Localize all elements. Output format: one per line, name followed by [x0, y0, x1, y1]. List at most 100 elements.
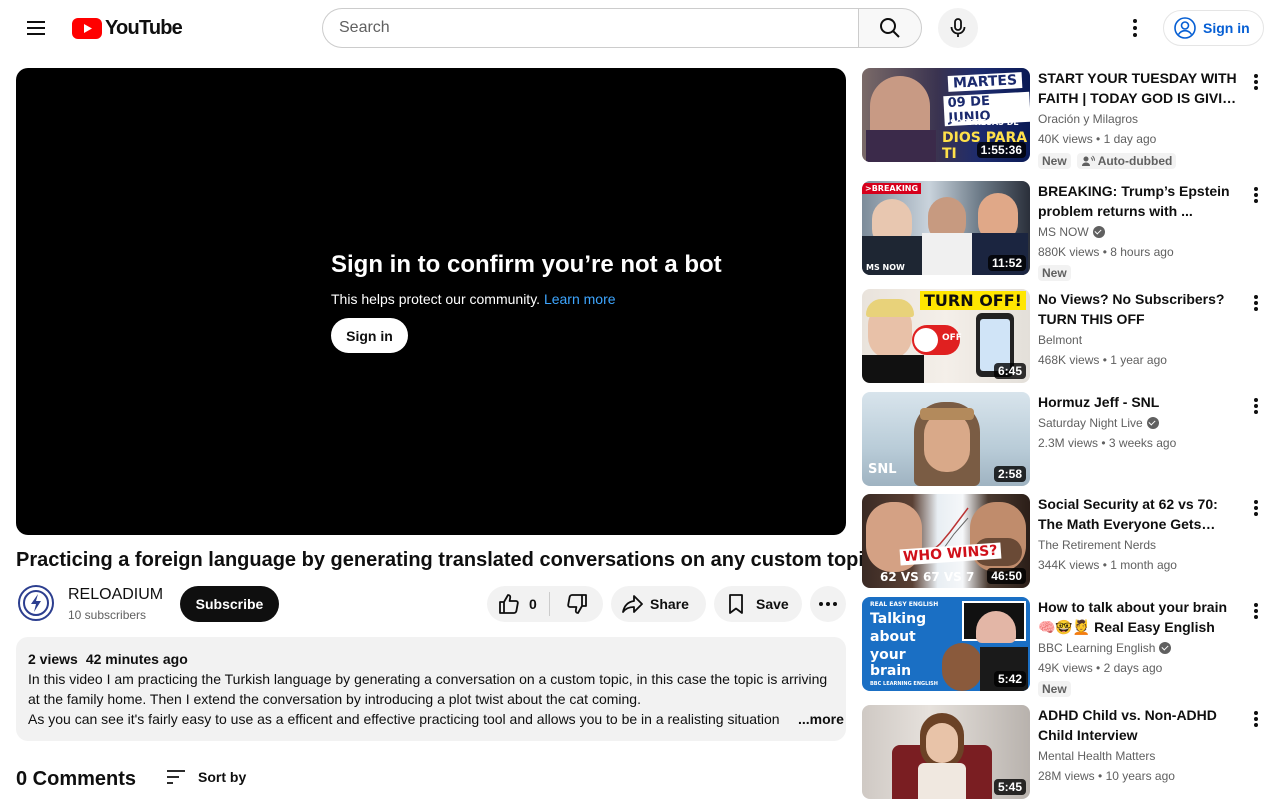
- recommended-video[interactable]: WHO WINS? 62 VS 67 VS 7 46:50 Social Sec…: [862, 494, 1272, 590]
- view-count: 2 views: [28, 651, 78, 667]
- player-sign-in-button[interactable]: Sign in: [331, 318, 408, 353]
- search-button[interactable]: [858, 8, 922, 48]
- video-title[interactable]: Social Security at 62 vs 70: The Math Ev…: [1038, 494, 1246, 534]
- youtube-logo[interactable]: YouTube: [72, 17, 183, 39]
- video-thumbnail[interactable]: REAL EASY ENGLISH Talking about your bra…: [862, 597, 1030, 691]
- like-count: 0: [529, 596, 537, 612]
- channel-name[interactable]: Oración y Milagros: [1038, 112, 1138, 126]
- upload-age: 2 days ago: [1103, 661, 1163, 675]
- thumbnail-text: REAL EASY ENGLISH: [870, 601, 939, 608]
- video-player[interactable]: Sign in to confirm you’re not a bot This…: [16, 68, 846, 535]
- recommended-video[interactable]: SNL 2:58 Hormuz Jeff - SNL Saturday Nigh…: [862, 392, 1272, 488]
- recommended-video[interactable]: REAL EASY ENGLISH Talking about your bra…: [862, 597, 1272, 697]
- thumbs-up-icon: [499, 594, 519, 614]
- sign-in-button[interactable]: Sign in: [1163, 10, 1264, 46]
- video-thumbnail[interactable]: 5:45: [862, 705, 1030, 799]
- video-title[interactable]: START YOUR TUESDAY WITH FAITH | TODAY GO…: [1038, 68, 1246, 108]
- recommended-video[interactable]: >BREAKING MS NOW 11:52 BREAKING: Trump’s…: [862, 181, 1272, 281]
- share-button[interactable]: Share: [611, 586, 706, 622]
- settings-menu-button[interactable]: [1115, 8, 1155, 48]
- video-thumbnail[interactable]: WHO WINS? 62 VS 67 VS 7 46:50: [862, 494, 1030, 588]
- video-title[interactable]: How to talk about your brain 🧠🤓💆 Real Ea…: [1038, 597, 1246, 637]
- video-duration: 46:50: [987, 568, 1026, 584]
- channel-name[interactable]: RELOADIUM: [68, 586, 163, 604]
- show-more-button[interactable]: ...more: [784, 709, 844, 729]
- video-menu-button[interactable]: [1248, 599, 1264, 623]
- channel-name[interactable]: Saturday Night Live: [1038, 416, 1159, 430]
- share-label: Share: [650, 596, 689, 612]
- video-menu-button[interactable]: [1248, 183, 1264, 207]
- microphone-icon: [950, 18, 966, 37]
- channel-name[interactable]: Belmont: [1038, 333, 1082, 347]
- channel-label: BBC Learning English: [1038, 641, 1156, 655]
- video-meta: 49K views • 2 days ago: [1038, 661, 1163, 675]
- more-actions-button[interactable]: [810, 586, 846, 622]
- thumbnail-text: SNL: [868, 462, 897, 477]
- video-duration: 11:52: [987, 255, 1026, 271]
- video-thumbnail[interactable]: MARTES 09 DE JUNIO SORPRESAS DE DIOS PAR…: [862, 68, 1030, 162]
- video-title: Practicing a foreign language by generat…: [16, 549, 876, 571]
- thumbs-down-icon: [566, 594, 587, 614]
- learn-more-link[interactable]: Learn more: [544, 291, 616, 307]
- thumbnail-text: your: [870, 647, 906, 663]
- bot-check-title: Sign in to confirm you’re not a bot: [331, 251, 722, 278]
- view-count: 344K views: [1038, 558, 1100, 572]
- menu-button[interactable]: [16, 8, 56, 48]
- search-input[interactable]: [322, 8, 858, 48]
- badge-row: New: [1038, 681, 1071, 697]
- thumbnail-text: brain: [870, 663, 912, 679]
- sort-icon: [167, 770, 185, 784]
- video-title[interactable]: Hormuz Jeff - SNL: [1038, 392, 1246, 412]
- dislike-button[interactable]: [550, 586, 603, 622]
- video-meta: 28M views • 10 years ago: [1038, 769, 1175, 783]
- video-menu-button[interactable]: [1248, 291, 1264, 315]
- channel-label: Oración y Milagros: [1038, 112, 1139, 126]
- video-duration: 2:58: [993, 466, 1026, 482]
- video-meta: 2.3M views • 3 weeks ago: [1038, 436, 1177, 450]
- sign-in-label: Sign in: [1203, 20, 1250, 36]
- voice-search-button[interactable]: [938, 8, 978, 48]
- recommended-video[interactable]: MARTES 09 DE JUNIO SORPRESAS DE DIOS PAR…: [862, 68, 1272, 169]
- video-thumbnail[interactable]: TURN OFF! OFF 6:45: [862, 289, 1030, 383]
- like-dislike-group: 0: [487, 586, 603, 622]
- channel-label: Saturday Night Live: [1038, 416, 1143, 430]
- description-line: As you can see it's fairly easy to use a…: [28, 711, 780, 727]
- subscribe-button[interactable]: Subscribe: [180, 586, 279, 622]
- badge-label: Auto-dubbed: [1097, 154, 1173, 168]
- description-meta: 2 views 42 minutes ago: [28, 649, 834, 669]
- new-badge: New: [1038, 153, 1071, 169]
- channel-name[interactable]: MS NOW: [1038, 225, 1105, 239]
- video-meta: 40K views • 1 day ago: [1038, 132, 1157, 146]
- channel-name[interactable]: BBC Learning English: [1038, 641, 1172, 655]
- thumbnail-text: BBC LEARNING ENGLISH: [870, 681, 938, 687]
- more-vert-icon: [1254, 398, 1258, 414]
- verified-icon: [1159, 642, 1172, 654]
- more-vert-icon: [1254, 500, 1258, 516]
- video-menu-button[interactable]: [1248, 394, 1264, 418]
- recommended-video[interactable]: TURN OFF! OFF 6:45 No Views? No Subscrib…: [862, 289, 1272, 385]
- description-box[interactable]: 2 views 42 minutes ago In this video I a…: [16, 637, 846, 741]
- channel-avatar[interactable]: [18, 585, 54, 621]
- save-button[interactable]: Save: [714, 586, 802, 622]
- thumbnail-text: Talking: [870, 611, 927, 627]
- video-thumbnail[interactable]: >BREAKING MS NOW 11:52: [862, 181, 1030, 275]
- thumbnail-text: TURN OFF!: [920, 291, 1026, 310]
- channel-name[interactable]: Mental Health Matters: [1038, 749, 1155, 763]
- video-menu-button[interactable]: [1248, 70, 1264, 94]
- video-duration: 5:42: [993, 671, 1026, 687]
- sort-comments-button[interactable]: Sort by: [164, 765, 246, 789]
- video-menu-button[interactable]: [1248, 496, 1264, 520]
- more-horiz-icon: [819, 602, 837, 606]
- channel-name[interactable]: The Retirement Nerds: [1038, 538, 1156, 552]
- video-thumbnail[interactable]: SNL 2:58: [862, 392, 1030, 486]
- video-meta: 880K views • 8 hours ago: [1038, 245, 1174, 259]
- video-menu-button[interactable]: [1248, 707, 1264, 731]
- recommended-video[interactable]: 5:45 ADHD Child vs. Non-ADHD Child Inter…: [862, 705, 1272, 800]
- video-title[interactable]: No Views? No Subscribers? TURN THIS OFF: [1038, 289, 1246, 329]
- video-title[interactable]: BREAKING: Trump’s Epstein problem return…: [1038, 181, 1246, 221]
- video-title[interactable]: ADHD Child vs. Non-ADHD Child Interview: [1038, 705, 1246, 745]
- like-button[interactable]: 0: [487, 586, 549, 622]
- thumbnail-text: >BREAKING: [862, 183, 922, 194]
- comments-count: 0 Comments: [16, 768, 137, 790]
- upload-age: 10 years ago: [1105, 769, 1175, 783]
